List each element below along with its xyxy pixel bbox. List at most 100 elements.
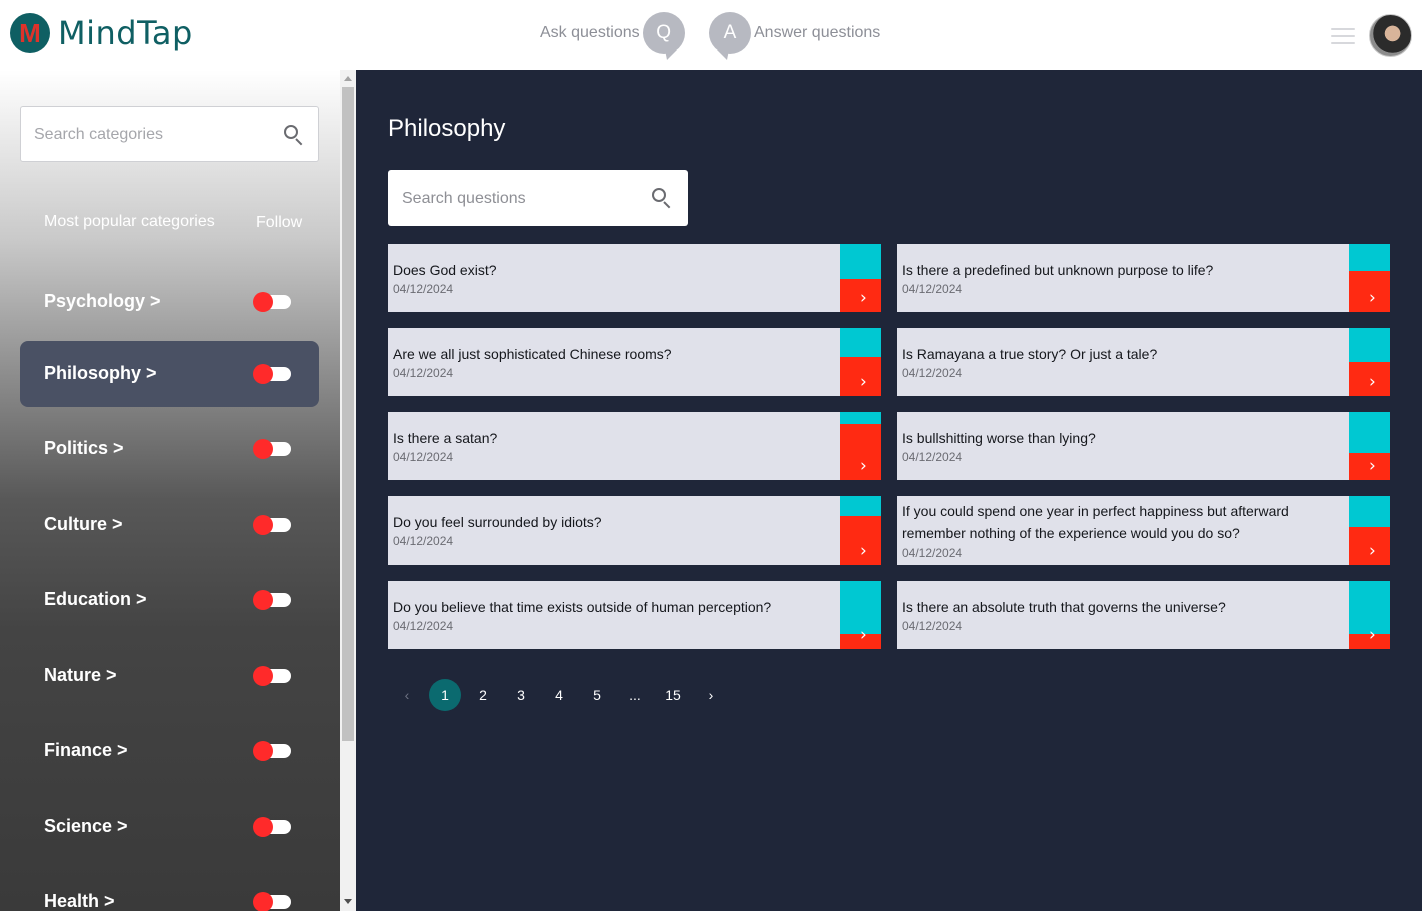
open-question-button[interactable]: › bbox=[1349, 328, 1390, 396]
sidebar-item[interactable]: Nature > bbox=[20, 643, 319, 709]
chevron-left-icon[interactable]: ‹ bbox=[391, 679, 423, 711]
question-card[interactable]: Are we all just sophisticated Chinese ro… bbox=[388, 328, 881, 396]
question-card[interactable]: Is there a predefined but unknown purpos… bbox=[897, 244, 1390, 312]
question-date: 04/12/2024 bbox=[393, 619, 454, 633]
sidebar-item[interactable]: Culture > bbox=[20, 492, 319, 558]
question-date: 04/12/2024 bbox=[393, 534, 454, 548]
sidebar-item-label: Politics > bbox=[44, 438, 124, 458]
open-question-button[interactable]: › bbox=[1349, 244, 1390, 312]
follow-toggle[interactable] bbox=[253, 741, 291, 761]
scroll-down-arrow-icon[interactable] bbox=[344, 899, 352, 904]
follow-toggle[interactable] bbox=[253, 439, 291, 459]
sidebar-item[interactable]: Science > bbox=[20, 794, 319, 860]
question-card[interactable]: Is there an absolute truth that governs … bbox=[897, 581, 1390, 649]
sidebar-item[interactable]: Finance > bbox=[20, 718, 319, 784]
sidebar-item-label: Science > bbox=[44, 816, 128, 836]
follow-toggle[interactable] bbox=[253, 515, 291, 535]
toggle-knob bbox=[253, 515, 273, 535]
chevron-right-icon: › bbox=[860, 288, 867, 308]
question-search-input[interactable]: Search questions bbox=[388, 170, 688, 226]
sidebar-item-label: Philosophy > bbox=[44, 363, 157, 383]
status-bar-fill bbox=[840, 244, 881, 279]
open-question-button[interactable]: › bbox=[1349, 412, 1390, 480]
app-logo[interactable]: M MindTap bbox=[10, 13, 193, 53]
status-bar-fill bbox=[1349, 328, 1390, 362]
hamburger-icon[interactable] bbox=[1331, 28, 1355, 44]
follow-toggle[interactable] bbox=[253, 590, 291, 610]
toggle-knob bbox=[253, 439, 273, 459]
question-text: Is Ramayana a true story? Or just a tale… bbox=[902, 346, 1158, 362]
open-question-button[interactable]: › bbox=[1349, 581, 1390, 649]
page-button[interactable]: 5 bbox=[581, 679, 613, 711]
follow-toggle[interactable] bbox=[253, 666, 291, 686]
question-text: Is there a satan? bbox=[393, 430, 498, 446]
status-bar-fill bbox=[1349, 412, 1390, 453]
open-question-button[interactable]: › bbox=[840, 581, 881, 649]
chevron-right-icon: › bbox=[1369, 541, 1376, 561]
answer-questions-button[interactable]: A Answer questions bbox=[709, 12, 881, 60]
popular-categories-heading: Most popular categories bbox=[44, 213, 215, 230]
question-date: 04/12/2024 bbox=[902, 282, 963, 296]
follow-toggle[interactable] bbox=[253, 892, 291, 911]
question-text: Do you feel surrounded by idiots? bbox=[393, 514, 602, 530]
top-header: M MindTap Ask questions Q A Answer quest… bbox=[0, 0, 1422, 70]
category-search-placeholder: Search categories bbox=[34, 126, 163, 143]
open-question-button[interactable]: › bbox=[840, 328, 881, 396]
sidebar-item[interactable]: Politics > bbox=[20, 416, 319, 482]
open-question-button[interactable]: › bbox=[840, 496, 881, 565]
ask-questions-button[interactable]: Ask questions Q bbox=[540, 12, 685, 60]
sidebar-scrollbar[interactable] bbox=[340, 70, 356, 911]
ask-bubble-icon: Q bbox=[642, 12, 685, 60]
toggle-knob bbox=[253, 292, 273, 312]
page-button[interactable]: 2 bbox=[467, 679, 499, 711]
chevron-right-icon[interactable]: › bbox=[695, 679, 727, 711]
status-bar-fill bbox=[840, 412, 881, 424]
sidebar-item-label: Finance > bbox=[44, 740, 128, 760]
status-bar-fill bbox=[840, 328, 881, 357]
toggle-knob bbox=[253, 741, 273, 761]
category-search-input[interactable]: Search categories bbox=[20, 106, 319, 162]
question-card[interactable]: Do you feel surrounded by idiots? 04/12/2… bbox=[388, 496, 881, 565]
question-date: 04/12/2024 bbox=[902, 366, 963, 380]
search-icon[interactable] bbox=[652, 188, 672, 209]
question-text: Is there a predefined but unknown purpos… bbox=[902, 262, 1214, 278]
open-question-button[interactable]: › bbox=[1349, 496, 1390, 565]
app-name: MindTap bbox=[58, 14, 193, 52]
status-bar-fill bbox=[1349, 496, 1390, 527]
sidebar-item-label: Health > bbox=[44, 891, 115, 911]
sidebar-item[interactable]: Psychology > bbox=[20, 269, 319, 335]
ask-questions-label: Ask questions bbox=[540, 24, 640, 41]
sidebar-item[interactable]: Health > bbox=[20, 869, 319, 911]
follow-toggle[interactable] bbox=[253, 292, 291, 312]
answer-questions-label: Answer questions bbox=[754, 24, 881, 41]
follow-toggle[interactable] bbox=[253, 364, 291, 384]
page-button[interactable]: 1 bbox=[429, 679, 461, 711]
question-card[interactable]: Is there a satan? 04/12/2024 › bbox=[388, 412, 881, 480]
question-card[interactable]: Is Ramayana a true story? Or just a tale… bbox=[897, 328, 1390, 396]
sidebar-item[interactable]: Education > bbox=[20, 567, 319, 633]
scroll-thumb[interactable] bbox=[342, 87, 354, 741]
question-date: 04/12/2024 bbox=[393, 282, 454, 296]
follow-toggle[interactable] bbox=[253, 817, 291, 837]
question-card[interactable]: If you could spend one year in perfect h… bbox=[897, 496, 1390, 565]
question-text: Are we all just sophisticated Chinese ro… bbox=[393, 346, 672, 362]
open-question-button[interactable]: › bbox=[840, 412, 881, 480]
toggle-knob bbox=[253, 892, 273, 911]
page-button[interactable]: 4 bbox=[543, 679, 575, 711]
user-avatar[interactable] bbox=[1369, 14, 1412, 57]
scroll-up-arrow-icon[interactable] bbox=[344, 76, 352, 81]
sidebar-item-label: Psychology > bbox=[44, 291, 161, 311]
open-question-button[interactable]: › bbox=[840, 244, 881, 312]
sidebar-item[interactable]: Philosophy > bbox=[20, 341, 319, 407]
question-text: Is bullshitting worse than lying? bbox=[902, 430, 1096, 446]
page-button[interactable]: 3 bbox=[505, 679, 537, 711]
search-icon[interactable] bbox=[284, 125, 304, 146]
chevron-right-icon: › bbox=[1369, 625, 1376, 645]
question-card[interactable]: Does God exist? 04/12/2024 › bbox=[388, 244, 881, 312]
question-card[interactable]: Is bullshitting worse than lying? 04/12/2… bbox=[897, 412, 1390, 480]
follow-heading: Follow bbox=[256, 214, 303, 231]
question-card[interactable]: Do you believe that time exists outside … bbox=[388, 581, 881, 649]
chevron-right-icon: › bbox=[860, 625, 867, 645]
page-button[interactable]: 15 bbox=[657, 679, 689, 711]
toggle-knob bbox=[253, 590, 273, 610]
